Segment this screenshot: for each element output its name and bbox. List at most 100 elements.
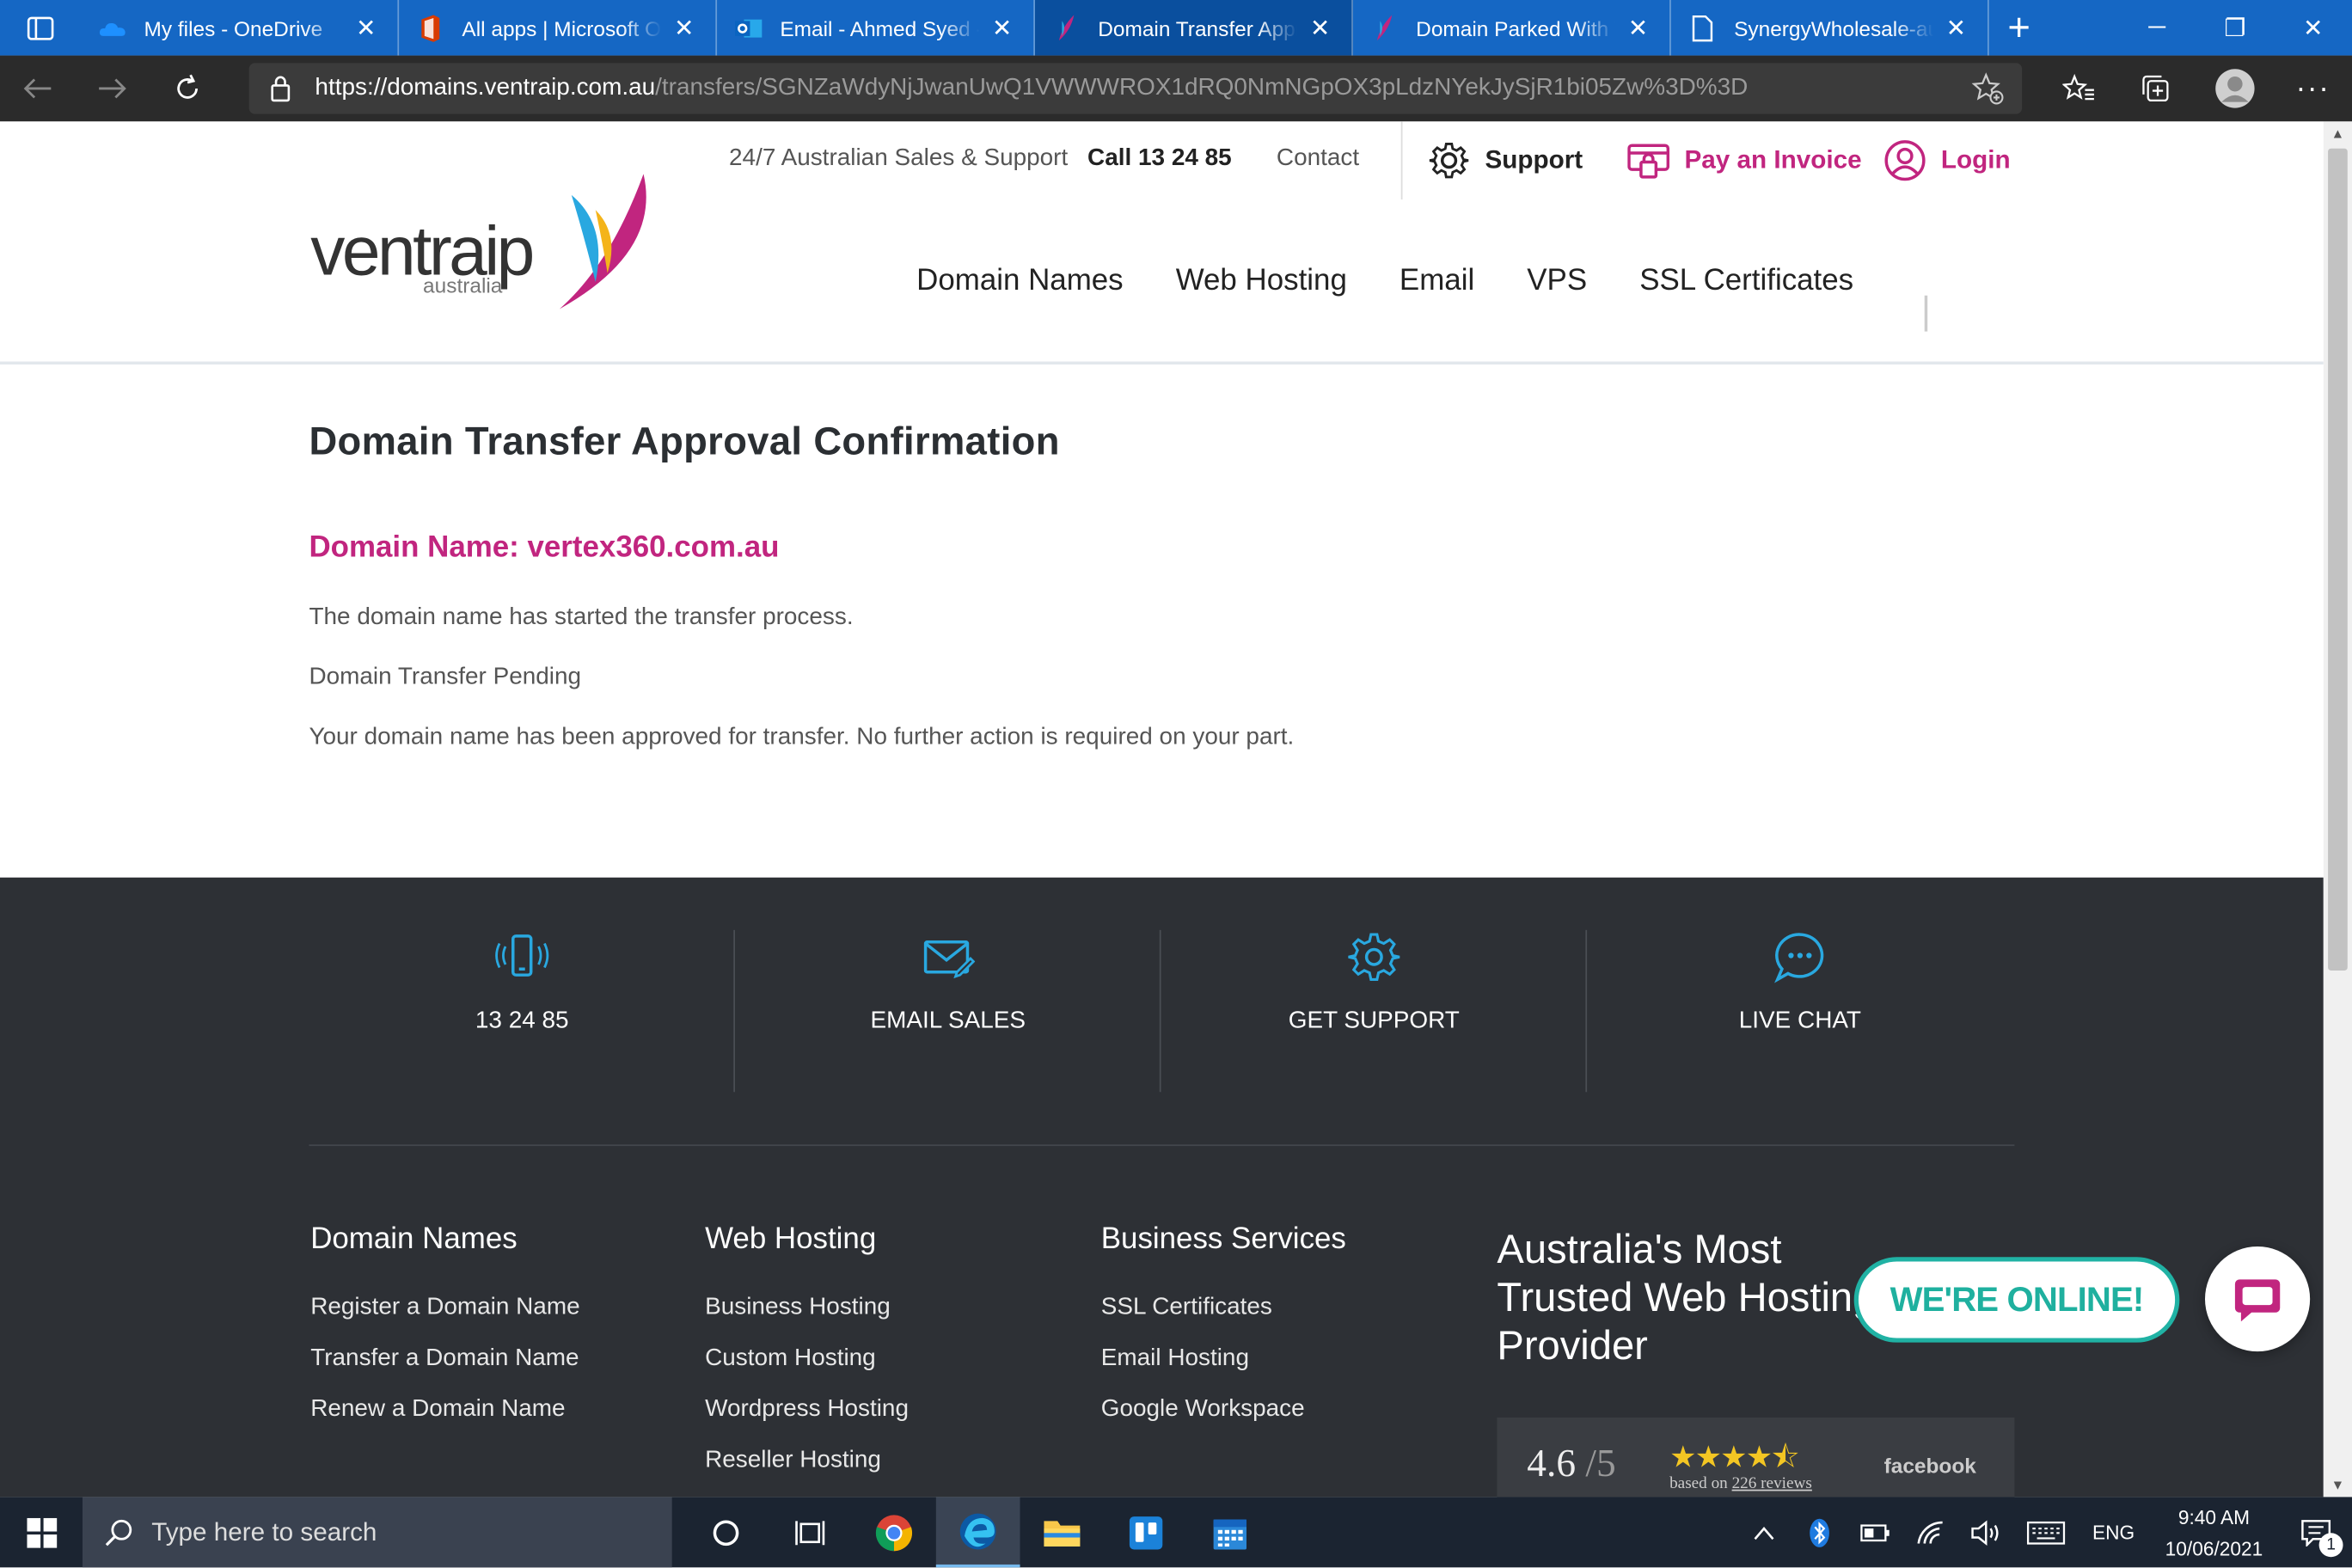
footer-link[interactable]: Register a Domain Name bbox=[310, 1293, 579, 1323]
back-button[interactable] bbox=[0, 56, 75, 122]
contact-link[interactable]: Contact bbox=[1277, 145, 1359, 172]
new-tab-button[interactable]: + bbox=[1989, 0, 2049, 56]
footer-link[interactable]: Custom Hosting bbox=[705, 1344, 909, 1374]
footer-link[interactable]: Renew a Domain Name bbox=[310, 1395, 579, 1425]
footer-col-web-hosting: Web Hosting Business Hosting Custom Host… bbox=[705, 1222, 909, 1497]
forward-button[interactable] bbox=[75, 56, 150, 122]
show-hidden-icons-button[interactable] bbox=[1736, 1497, 1792, 1567]
chrome-taskbar-button[interactable] bbox=[852, 1497, 936, 1567]
footer-link[interactable]: Business Hosting bbox=[705, 1293, 909, 1323]
domain-name-heading: Domain Name: vertex360.com.au bbox=[309, 530, 780, 565]
refresh-button[interactable] bbox=[150, 56, 224, 122]
close-window-button[interactable]: ✕ bbox=[2274, 0, 2352, 56]
tab-title: All apps | Microsoft Office bbox=[462, 15, 662, 40]
clock[interactable]: 9:40 AM 10/06/2021 bbox=[2148, 1501, 2281, 1564]
scroll-up-icon[interactable]: ▲ bbox=[2324, 121, 2352, 145]
profile-button[interactable] bbox=[2196, 56, 2275, 122]
rating-widget[interactable]: 4.6 /5 ★★★★⯪ based on 226 reviews facebo… bbox=[1497, 1417, 2015, 1498]
collections-icon bbox=[2142, 75, 2169, 102]
battery-tray-button[interactable] bbox=[1847, 1497, 1902, 1567]
support-link[interactable]: Support bbox=[1428, 139, 1583, 181]
transfer-approved-text: Your domain name has been approved for t… bbox=[309, 724, 1295, 750]
footer-link[interactable]: Transfer a Domain Name bbox=[310, 1344, 579, 1374]
url-text: https://domains.ventraip.com.au/transfer… bbox=[315, 75, 1748, 101]
login-link[interactable]: Login bbox=[1884, 139, 2011, 181]
facebook-label: facebook bbox=[1883, 1453, 1976, 1478]
chat-icon bbox=[1774, 933, 1824, 983]
tab-title: My files - OneDrive bbox=[144, 15, 323, 40]
network-tray-button[interactable] bbox=[1902, 1497, 1958, 1567]
folder-icon bbox=[1044, 1520, 1081, 1547]
footer-email-sales[interactable]: EMAIL SALES bbox=[735, 930, 1161, 1092]
call-link[interactable]: Call 13 24 85 bbox=[1087, 145, 1232, 172]
close-tab-icon[interactable]: ✕ bbox=[1943, 13, 1969, 43]
restore-button[interactable]: ❐ bbox=[2196, 0, 2275, 56]
add-favorite-icon[interactable] bbox=[1971, 72, 2004, 113]
reviews-link[interactable]: 226 reviews bbox=[1732, 1474, 1812, 1492]
close-tab-icon[interactable]: ✕ bbox=[989, 13, 1015, 43]
live-chat-button[interactable] bbox=[2205, 1246, 2311, 1352]
footer-link[interactable]: Google Workspace bbox=[1101, 1395, 1346, 1425]
refresh-icon bbox=[177, 74, 198, 99]
pay-invoice-link[interactable]: Pay an Invoice bbox=[1627, 139, 1862, 181]
browser-tab-onedrive[interactable]: My files - OneDrive ✕ bbox=[81, 0, 400, 56]
footer-get-support[interactable]: GET SUPPORT bbox=[1161, 930, 1588, 1092]
file-explorer-button[interactable] bbox=[1020, 1497, 1105, 1567]
nav-domain-names[interactable]: Domain Names bbox=[916, 264, 1123, 298]
page-scrollbar[interactable]: ▲ ▼ bbox=[2323, 121, 2352, 1498]
task-view-button[interactable] bbox=[768, 1497, 852, 1567]
close-tab-icon[interactable]: ✕ bbox=[352, 13, 379, 43]
taskbar-search-box[interactable]: Type here to search bbox=[82, 1497, 672, 1568]
nav-ssl-certificates[interactable]: SSL Certificates bbox=[1639, 264, 1853, 298]
sales-support-text: 24/7 Australian Sales & Support bbox=[729, 145, 1069, 171]
scroll-down-icon[interactable]: ▼ bbox=[2324, 1473, 2352, 1497]
close-tab-icon[interactable]: ✕ bbox=[1625, 13, 1651, 43]
footer-phone[interactable]: 13 24 85 bbox=[309, 930, 735, 1092]
footer-link[interactable]: Reseller Hosting bbox=[705, 1446, 909, 1476]
footer-col-business-services: Business Services SSL Certificates Email… bbox=[1101, 1222, 1346, 1446]
clock-time: 9:40 AM bbox=[2177, 1505, 2251, 1528]
volume-tray-button[interactable] bbox=[1957, 1497, 2013, 1567]
footer-link[interactable]: Wordpress Hosting bbox=[705, 1395, 909, 1425]
notifications-button[interactable]: 1 bbox=[2280, 1497, 2352, 1567]
scrollbar-thumb[interactable] bbox=[2328, 148, 2348, 971]
logo-swoosh-icon bbox=[559, 174, 646, 309]
trello-taskbar-button[interactable] bbox=[1104, 1497, 1188, 1567]
favorites-button[interactable] bbox=[2040, 56, 2118, 122]
browser-tab-domain-parked[interactable]: Domain Parked With VentraIP ✕ bbox=[1353, 0, 1671, 56]
minimize-button[interactable]: ─ bbox=[2118, 0, 2196, 56]
nav-divider bbox=[1924, 295, 1928, 332]
browser-tab-outlook[interactable]: Email - Ahmed Syed - Outlook ✕ bbox=[717, 0, 1035, 56]
footer-link[interactable]: Email Hosting bbox=[1101, 1344, 1346, 1374]
close-tab-icon[interactable]: ✕ bbox=[671, 13, 697, 43]
language-indicator[interactable]: ENG bbox=[2079, 1497, 2147, 1567]
settings-more-button[interactable]: ··· bbox=[2274, 56, 2352, 122]
were-online-badge[interactable]: WE'RE ONLINE! bbox=[1853, 1257, 2180, 1343]
keyboard-tray-button[interactable] bbox=[2013, 1497, 2079, 1567]
ventraip-logo[interactable]: ventraip australia bbox=[310, 174, 655, 312]
bluetooth-tray-button[interactable] bbox=[1791, 1497, 1847, 1567]
main-nav: Domain Names Web Hosting Email VPS SSL C… bbox=[916, 264, 1853, 298]
notification-badge: 1 bbox=[2318, 1533, 2343, 1558]
keyboard-icon bbox=[2026, 1521, 2066, 1544]
footer-col-heading: Domain Names bbox=[310, 1222, 518, 1256]
close-tab-icon[interactable]: ✕ bbox=[1307, 13, 1333, 43]
browser-tab-office[interactable]: All apps | Microsoft Office ✕ bbox=[399, 0, 718, 56]
nav-vps[interactable]: VPS bbox=[1527, 264, 1587, 298]
edge-taskbar-button[interactable] bbox=[935, 1497, 1020, 1568]
start-button[interactable] bbox=[0, 1497, 83, 1567]
cortana-button[interactable] bbox=[684, 1497, 769, 1567]
footer-divider bbox=[309, 1144, 2015, 1147]
browser-tab-synergy[interactable]: SynergyWholesale-auth ✕ bbox=[1671, 0, 1989, 56]
nav-web-hosting[interactable]: Web Hosting bbox=[1176, 264, 1347, 298]
footer-link[interactable]: SSL Certificates bbox=[1101, 1293, 1346, 1323]
collections-button[interactable] bbox=[2118, 56, 2196, 122]
lock-icon[interactable] bbox=[270, 75, 291, 102]
toolbar-right: ··· bbox=[2040, 56, 2352, 122]
browser-tab-domain-transfer[interactable]: Domain Transfer Approval ✕ bbox=[1034, 0, 1353, 56]
calendar-taskbar-button[interactable] bbox=[1188, 1497, 1272, 1567]
footer-live-chat[interactable]: LIVE CHAT bbox=[1587, 930, 2013, 1092]
nav-email[interactable]: Email bbox=[1400, 264, 1474, 298]
tab-actions-button[interactable] bbox=[0, 0, 81, 56]
address-bar[interactable]: https://domains.ventraip.com.au/transfer… bbox=[248, 63, 2023, 114]
